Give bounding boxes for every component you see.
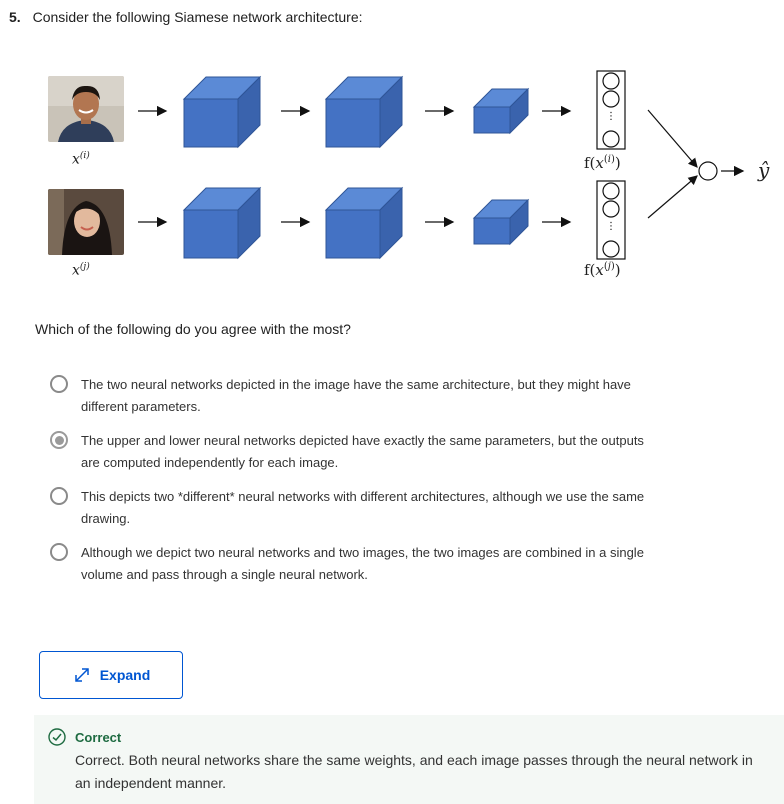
arrow: [647, 175, 698, 219]
siamese-network-diagram: x(i) x(j) ⋮ ⋮ f(x(i)) f(x(j)) ŷ: [40, 66, 780, 296]
conv-volume-cube: [182, 75, 262, 149]
question-number: 5.: [9, 9, 21, 25]
question-text: Consider the following Siamese network a…: [32, 9, 363, 25]
answer-option-2[interactable]: The upper and lower neural networks depi…: [50, 430, 670, 474]
option-text: The upper and lower neural networks depi…: [81, 433, 644, 470]
conv-volume-cube: [324, 75, 404, 149]
expand-arrows-icon: [74, 668, 89, 682]
radio-button[interactable]: [50, 375, 68, 393]
question-prompt: Which of the following do you agree with…: [35, 321, 351, 337]
question-header: 5. Consider the following Siamese networ…: [9, 9, 363, 25]
encoding-vector-bottom: ⋮: [596, 180, 626, 260]
check-circle-icon: [48, 728, 66, 746]
encoding-label-top: f(x(i)): [584, 154, 621, 172]
feedback-status: Correct: [75, 730, 122, 745]
option-text: This depicts two *different* neural netw…: [81, 489, 645, 526]
arrow: [647, 109, 698, 168]
radio-button[interactable]: [50, 487, 68, 505]
conv-volume-cube: [324, 186, 404, 260]
encoding-vector-top: ⋮: [596, 70, 626, 150]
answer-option-4[interactable]: Although we depict two neural networks a…: [50, 542, 670, 586]
svg-text:⋮: ⋮: [606, 111, 616, 122]
output-label: ŷ: [758, 158, 770, 182]
output-node: [698, 161, 718, 181]
expand-label: Expand: [99, 667, 151, 683]
feedback-panel: Correct Correct. Both neural networks sh…: [34, 715, 784, 804]
encoding-label-bottom: f(x(j)): [584, 261, 621, 279]
expand-button[interactable]: Expand: [39, 651, 183, 699]
conv-volume-cube: [182, 186, 262, 260]
conv-volume-cube-small: [472, 198, 530, 246]
option-text: The two neural networks depicted in the …: [81, 377, 631, 414]
radio-button-selected[interactable]: [50, 431, 68, 449]
svg-text:⋮: ⋮: [606, 221, 616, 232]
conv-volume-cube-small: [472, 87, 530, 135]
network-graphics: ⋮ ⋮: [138, 70, 745, 260]
answer-option-1[interactable]: The two neural networks depicted in the …: [50, 374, 670, 418]
feedback-message: Correct. Both neural networks share the …: [75, 752, 753, 791]
radio-button[interactable]: [50, 543, 68, 561]
answer-option-3[interactable]: This depicts two *different* neural netw…: [50, 486, 670, 530]
option-text: Although we depict two neural networks a…: [81, 545, 644, 582]
